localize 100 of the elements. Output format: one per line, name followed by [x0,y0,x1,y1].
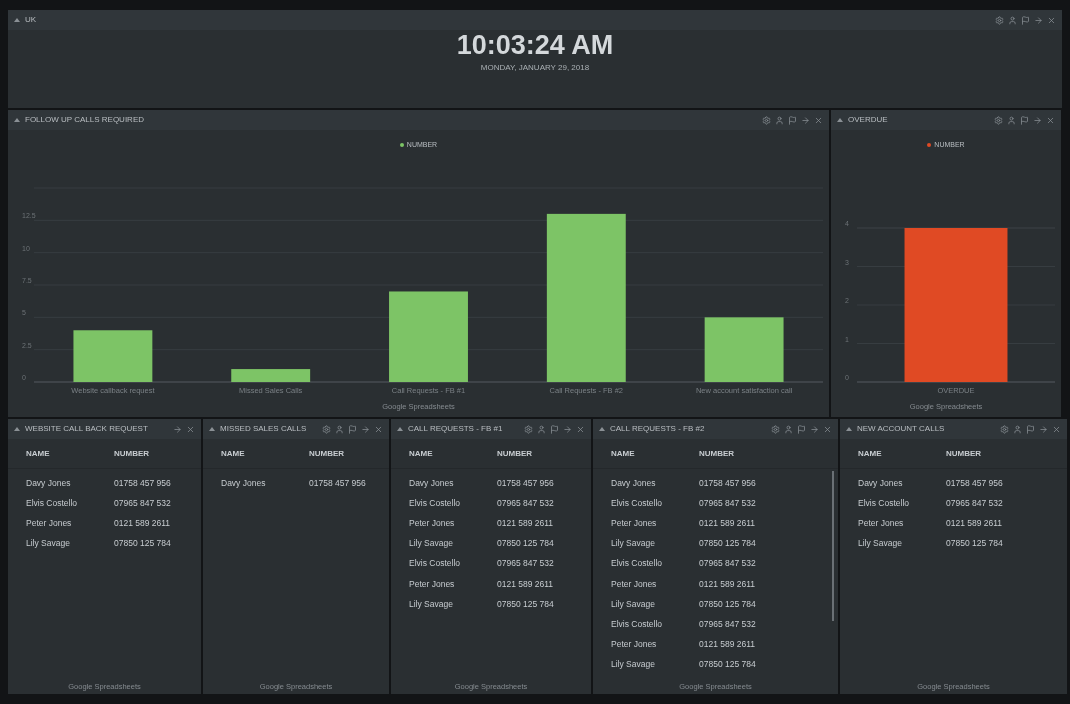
column-header: NUMBER [114,447,151,460]
flag-icon[interactable] [348,424,357,434]
table-cell-text: Elvis Costello [611,557,664,571]
table-cell-text: Peter Jones [611,517,658,530]
panel-title: CALL REQUESTS - FB #2 [610,423,706,435]
table-cell-text: Peter Jones [409,577,456,591]
collapse-caret-icon[interactable] [14,18,20,22]
table-cell-text: 07850 125 784 [699,658,757,672]
person-icon[interactable] [1013,424,1022,434]
table-cell-text: 07850 125 784 [699,597,757,611]
close-icon[interactable] [814,115,823,125]
flag-icon[interactable] [1020,115,1029,125]
flag-icon[interactable] [788,115,797,125]
settings-icon[interactable] [994,115,1003,125]
person-icon[interactable] [784,424,793,434]
table-cell-text: 07965 847 532 [946,496,1004,510]
table-cell-text: Elvis Costello [26,496,79,510]
table-cell-text: Lily Savage [611,597,656,611]
person-icon[interactable] [1008,15,1017,25]
collapse-caret-icon[interactable] [837,118,843,122]
collapse-caret-icon[interactable] [209,427,215,431]
column-header: NAME [858,447,883,460]
column-header: NUMBER [699,447,736,460]
arrow-right-icon[interactable] [1039,424,1048,434]
settings-icon[interactable] [771,424,780,434]
table-cell-text: Elvis Costello [409,557,462,571]
table-cell-text: Lily Savage [409,597,454,611]
column-header: NUMBER [946,447,983,460]
person-icon[interactable] [775,115,784,125]
table-cell-text: Davy Jones [409,476,455,490]
flag-icon[interactable] [1021,15,1030,25]
column-header: NUMBER [497,447,534,460]
column-header: NAME [409,447,434,460]
settings-icon[interactable] [322,424,331,434]
table-cell-text: 07965 847 532 [699,496,757,510]
arrow-right-icon[interactable] [1034,15,1043,25]
collapse-caret-icon[interactable] [599,427,605,431]
table-cell-text: 0121 589 2611 [699,638,757,651]
table-cell-text: Davy Jones [611,476,657,490]
panel-title: FOLLOW UP CALLS REQUIRED [25,114,145,126]
arrow-right-icon[interactable] [801,115,810,125]
arrow-right-icon[interactable] [810,424,819,434]
close-icon[interactable] [823,424,832,434]
close-icon[interactable] [576,424,585,434]
table-cell-text: 07850 125 784 [946,537,1004,551]
table-cell-text: Lily Savage [858,537,903,551]
close-icon[interactable] [186,424,195,434]
settings-icon[interactable] [524,424,533,434]
arrow-right-icon[interactable] [361,424,370,434]
person-icon[interactable] [1007,115,1016,125]
arrow-right-icon[interactable] [1033,115,1042,125]
table-cell-text: Peter Jones [611,638,658,651]
arrow-right-icon[interactable] [173,424,182,434]
collapse-caret-icon[interactable] [14,118,20,122]
table-cell-text: 07965 847 532 [699,618,757,631]
settings-icon[interactable] [1000,424,1009,434]
table-cell-text: Peter Jones [26,517,73,530]
table-cell-text: Davy Jones [221,476,267,490]
flag-icon[interactable] [1026,424,1035,434]
scrollbar[interactable] [832,471,834,621]
table-cell-text: Peter Jones [858,517,905,530]
column-header: NAME [611,447,636,460]
table-cell-text: Lily Savage [611,537,656,551]
table-cell-text: 0121 589 2611 [699,517,757,530]
table-cell-text: 07965 847 532 [497,557,555,571]
collapse-caret-icon[interactable] [846,427,852,431]
table-cell-text: 0121 589 2611 [699,577,757,591]
person-icon[interactable] [537,424,546,434]
close-icon[interactable] [374,424,383,434]
panel-title: UK [25,14,38,26]
table-cell-text: Elvis Costello [611,618,664,631]
settings-icon[interactable] [762,115,771,125]
person-icon[interactable] [335,424,344,434]
close-icon[interactable] [1047,15,1056,25]
table-cell-text: 01758 457 956 [309,476,367,490]
arrow-right-icon[interactable] [563,424,572,434]
table-cell-text: 01758 457 956 [114,476,172,490]
panel-title: CALL REQUESTS - FB #1 [408,423,504,435]
collapse-caret-icon[interactable] [397,427,403,431]
table-cell-text: 07850 125 784 [497,597,555,611]
close-icon[interactable] [1046,115,1055,125]
panel-title: WEBSITE CALL BACK REQUEST [25,423,149,435]
flag-icon[interactable] [797,424,806,434]
table-cell-text: Lily Savage [409,537,454,551]
table-cell-text: 07965 847 532 [699,557,757,571]
settings-icon[interactable] [995,15,1004,25]
collapse-caret-icon[interactable] [14,427,20,431]
table-cell-text: 0121 589 2611 [114,517,172,530]
clock-date: MONDAY, JANUARY 29, 2018 [480,62,590,74]
table-cell-text: 0121 589 2611 [946,517,1004,530]
flag-icon[interactable] [550,424,559,434]
column-header: NAME [26,447,51,460]
table-cell-text: Elvis Costello [611,496,664,510]
table-cell-text: 0121 589 2611 [497,517,555,530]
close-icon[interactable] [1052,424,1061,434]
panel-title: MISSED SALES CALLS [220,423,308,435]
table-cell-text: 01758 457 956 [699,476,757,490]
table-cell-text: 07850 125 784 [497,537,555,551]
clock-time: 10:03:24 AM [456,30,614,60]
table-cell-text: Peter Jones [409,517,456,530]
